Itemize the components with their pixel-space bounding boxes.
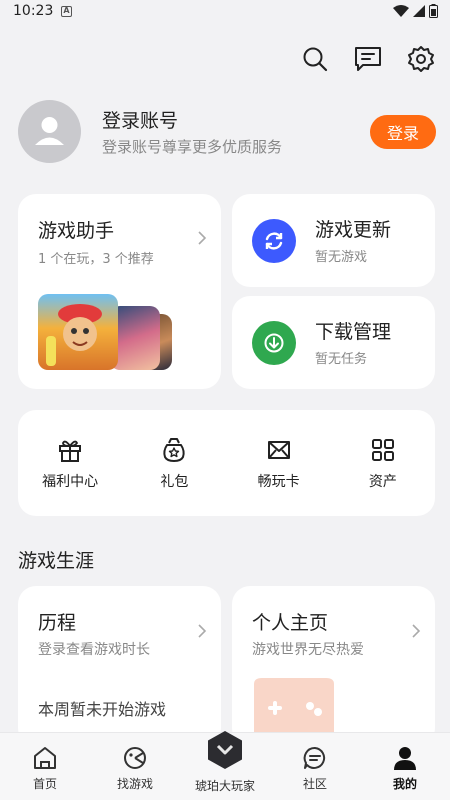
login-title[interactable]: 登录账号 xyxy=(102,106,178,133)
signal-icon xyxy=(413,5,425,17)
message-icon xyxy=(355,47,381,71)
login-section: 登录账号 登录账号尊享更多优质服务 登录 xyxy=(18,100,436,164)
header-actions xyxy=(300,44,436,74)
action-label: 资产 xyxy=(368,474,397,490)
home-icon xyxy=(34,747,56,769)
game-thumb-1 xyxy=(38,294,118,370)
game-thumbnails xyxy=(38,294,178,370)
find-game-icon xyxy=(124,747,146,769)
settings-icon xyxy=(408,46,434,72)
battery-icon xyxy=(429,4,438,18)
action-welfare[interactable]: 福利中心 xyxy=(18,410,122,516)
card-icon xyxy=(267,441,290,459)
download-icon xyxy=(264,333,284,353)
history-card[interactable]: 历程 登录查看游戏时长 本周暂未开始游戏 xyxy=(18,586,221,746)
chevron-right-icon xyxy=(412,624,421,638)
nav-mine[interactable]: 我的 xyxy=(360,733,450,800)
download-title: 下载管理 xyxy=(315,321,392,343)
status-bar: 10:23 A xyxy=(0,0,450,24)
avatar[interactable] xyxy=(18,100,81,163)
chevron-right-icon xyxy=(198,231,207,245)
wifi-icon xyxy=(393,5,409,17)
nav-find-game[interactable]: 找游戏 xyxy=(90,733,180,800)
settings-button[interactable] xyxy=(406,44,436,74)
notification-icon: A xyxy=(61,6,72,17)
action-gift-pack[interactable]: 礼包 xyxy=(122,410,226,516)
profile-card[interactable]: 个人主页 游戏世界无尽热爱 xyxy=(232,586,435,746)
download-subtitle: 暂无任务 xyxy=(315,352,368,367)
nav-amber-player[interactable]: 琥珀大玩家 xyxy=(180,731,270,800)
game-character-icon xyxy=(46,304,102,366)
profile-subtitle: 游戏世界无尽热爱 xyxy=(252,642,364,658)
action-label: 畅玩卡 xyxy=(257,474,300,490)
profile-icon xyxy=(394,747,416,770)
gift-icon xyxy=(59,440,82,462)
status-indicators xyxy=(393,4,438,18)
game-assistant-card[interactable]: 游戏助手 1 个在玩，3 个推荐 xyxy=(18,194,221,389)
refresh-icon xyxy=(265,232,283,250)
grid-icon xyxy=(371,439,394,461)
history-note: 本周暂未开始游戏 xyxy=(38,700,167,719)
update-icon-badge xyxy=(252,219,296,263)
download-icon-badge xyxy=(252,321,296,365)
action-assets[interactable]: 资产 xyxy=(331,410,435,516)
profile-title: 个人主页 xyxy=(252,612,329,634)
assistant-title: 游戏助手 xyxy=(38,220,115,242)
search-icon xyxy=(303,47,328,72)
gift-bag-icon xyxy=(163,438,186,462)
nav-community[interactable]: 社区 xyxy=(270,733,360,800)
bottom-navigation: 首页 找游戏 琥珀大玩家 社区 我的 xyxy=(0,731,450,800)
nav-label: 社区 xyxy=(302,777,327,791)
download-manager-card[interactable]: 下载管理 暂无任务 xyxy=(232,296,435,389)
nav-label: 找游戏 xyxy=(116,777,153,791)
assistant-subtitle: 1 个在玩，3 个推荐 xyxy=(38,252,154,267)
status-time: 10:23 xyxy=(13,3,54,19)
login-button[interactable]: 登录 xyxy=(370,115,436,149)
message-button[interactable] xyxy=(353,44,383,74)
amber-logo-icon xyxy=(208,731,242,769)
quick-actions-card: 福利中心 礼包 畅玩卡 资产 xyxy=(18,410,435,516)
history-subtitle: 登录查看游戏时长 xyxy=(38,642,150,658)
search-button[interactable] xyxy=(300,44,330,74)
update-subtitle: 暂无游戏 xyxy=(315,250,368,265)
nav-label: 首页 xyxy=(32,777,57,791)
career-section-title: 游戏生涯 xyxy=(18,550,95,572)
history-title: 历程 xyxy=(38,612,77,634)
login-subtitle: 登录账号尊享更多优质服务 xyxy=(102,138,283,156)
nav-label: 琥珀大玩家 xyxy=(194,779,255,793)
chevron-right-icon xyxy=(198,624,207,638)
nav-home[interactable]: 首页 xyxy=(0,733,90,800)
update-title: 游戏更新 xyxy=(315,219,392,241)
nav-label: 我的 xyxy=(392,777,417,791)
community-icon xyxy=(303,746,326,769)
game-update-card[interactable]: 游戏更新 暂无游戏 xyxy=(232,194,435,287)
default-avatar-icon xyxy=(35,117,64,145)
action-play-card[interactable]: 畅玩卡 xyxy=(227,410,331,516)
action-label: 礼包 xyxy=(160,474,189,490)
action-label: 福利中心 xyxy=(42,474,99,490)
